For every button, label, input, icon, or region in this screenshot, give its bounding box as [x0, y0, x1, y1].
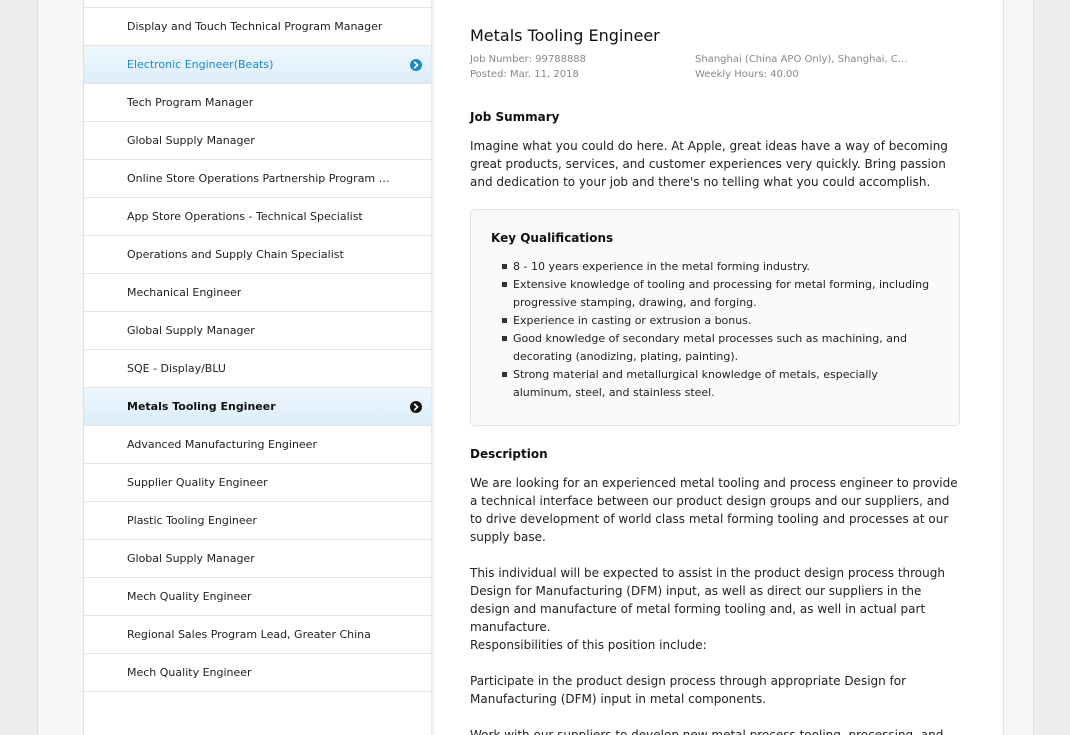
- key-qualifications-list: 8 - 10 years experience in the metal for…: [502, 258, 932, 402]
- job-list-item[interactable]: Metals Tooling Engineer: [84, 388, 431, 426]
- qualification-text: Extensive knowledge of tooling and proce…: [513, 278, 930, 309]
- job-list-item[interactable]: Mech Quality Engineer: [84, 654, 431, 692]
- qualification-item: Experience in casting or extrusion a bon…: [502, 312, 932, 330]
- job-list-item-label: Display and Touch Technical Program Mana…: [127, 20, 383, 33]
- job-location: Shanghai (China APO Only), Shanghai, C..…: [695, 54, 908, 65]
- job-summary-text: Imagine what you could do here. At Apple…: [470, 139, 948, 189]
- job-list-item[interactable]: Regional Sales Program Lead, Greater Chi…: [84, 616, 431, 654]
- job-list-item[interactable]: Electronic Engineer(Beats): [84, 46, 431, 84]
- job-list-item-label: Operations Manager: [127, 0, 239, 7]
- job-list-item[interactable]: Operations and Supply Chain Specialist: [84, 236, 431, 274]
- job-list-item-label: Advanced Manufacturing Engineer: [127, 438, 317, 451]
- job-list-item[interactable]: Operations Manager: [84, 0, 431, 8]
- job-list-item-label: Plastic Tooling Engineer: [127, 514, 257, 527]
- weekly-hours: Weekly Hours: 40.00: [695, 69, 799, 80]
- description-paragraph: We are looking for an experienced metal …: [470, 476, 958, 544]
- job-number: Job Number: 99788888: [470, 54, 587, 65]
- job-list-item-label: App Store Operations - Technical Special…: [127, 210, 363, 223]
- job-list-item-label: Metals Tooling Engineer: [127, 400, 276, 413]
- job-list-item[interactable]: Mechanical Engineer: [84, 274, 431, 312]
- description-heading: Description: [470, 447, 548, 461]
- job-list-item-label: Mech Quality Engineer: [127, 666, 252, 679]
- job-list-item[interactable]: Online Store Operations Partnership Prog…: [84, 160, 431, 198]
- square-bullet-icon: [502, 336, 507, 341]
- qualification-item: Good knowledge of secondary metal proces…: [502, 330, 932, 366]
- chevron-right-icon: [410, 59, 422, 71]
- key-qualifications-heading: Key Qualifications: [491, 231, 614, 245]
- job-list-item[interactable]: SQE - Display/BLU: [84, 350, 431, 388]
- job-list-item[interactable]: Supplier Quality Engineer: [84, 464, 431, 502]
- job-list-item-label: Operations and Supply Chain Specialist: [127, 248, 344, 261]
- qualification-text: Experience in casting or extrusion a bon…: [513, 314, 752, 327]
- job-summary-heading: Job Summary: [470, 110, 560, 124]
- qualification-item: Strong material and metallurgical knowle…: [502, 366, 932, 402]
- qualification-text: 8 - 10 years experience in the metal for…: [513, 260, 810, 273]
- job-list-item-label: Supplier Quality Engineer: [127, 476, 268, 489]
- job-list-item[interactable]: Plastic Tooling Engineer: [84, 502, 431, 540]
- square-bullet-icon: [502, 264, 507, 269]
- job-list-item-label: Electronic Engineer(Beats): [127, 58, 274, 71]
- job-list-item[interactable]: App Store Operations - Technical Special…: [84, 198, 431, 236]
- job-list-item[interactable]: Advanced Manufacturing Engineer: [84, 426, 431, 464]
- description-paragraph: Participate in the product design proces…: [470, 674, 907, 706]
- page-background: Operations Manager Display and Touch Tech…: [37, 0, 1034, 735]
- qualification-text: Strong material and metallurgical knowle…: [513, 368, 878, 399]
- qualification-text: Good knowledge of secondary metal proces…: [513, 332, 907, 363]
- job-list-item[interactable]: Global Supply Manager: [84, 122, 431, 160]
- job-list-item[interactable]: Display and Touch Technical Program Mana…: [84, 8, 431, 46]
- key-qualifications-box: Key Qualifications 8 - 10 years experien…: [470, 209, 960, 426]
- qualification-item: Extensive knowledge of tooling and proce…: [502, 276, 932, 312]
- chevron-right-icon: [410, 401, 422, 413]
- job-list-item[interactable]: Tech Program Manager: [84, 84, 431, 122]
- job-list-item-label: Mechanical Engineer: [127, 286, 242, 299]
- job-list-sidebar: Operations Manager Display and Touch Tech…: [83, 0, 431, 735]
- job-list-item-label: Global Supply Manager: [127, 552, 255, 565]
- job-list-item[interactable]: Mech Quality Engineer: [84, 578, 431, 616]
- job-title: Metals Tooling Engineer: [470, 26, 660, 45]
- job-list-item-label: Regional Sales Program Lead, Greater Chi…: [127, 628, 371, 641]
- square-bullet-icon: [502, 372, 507, 377]
- job-list-item[interactable]: Global Supply Manager: [84, 540, 431, 578]
- square-bullet-icon: [502, 282, 507, 287]
- job-list-item-label: Global Supply Manager: [127, 134, 255, 147]
- job-list-item-label: Tech Program Manager: [127, 96, 254, 109]
- job-list-item[interactable]: Global Supply Manager: [84, 312, 431, 350]
- qualification-item: 8 - 10 years experience in the metal for…: [502, 258, 932, 276]
- square-bullet-icon: [502, 318, 507, 323]
- job-list-item-label: Global Supply Manager: [127, 324, 255, 337]
- job-list-item-label: Online Store Operations Partnership Prog…: [127, 172, 399, 185]
- job-list-item-label: Mech Quality Engineer: [127, 590, 252, 603]
- job-detail-panel: Metals Tooling Engineer Job Number: 9978…: [430, 0, 1004, 735]
- description-paragraph: Work with our suppliers to develop new m…: [470, 728, 944, 735]
- posted-date: Posted: Mar. 11, 2018: [470, 69, 579, 80]
- description-paragraph: This individual will be expected to assi…: [470, 566, 945, 634]
- job-list-item-label: SQE - Display/BLU: [127, 362, 226, 375]
- description-paragraph: Responsibilities of this position includ…: [470, 638, 707, 652]
